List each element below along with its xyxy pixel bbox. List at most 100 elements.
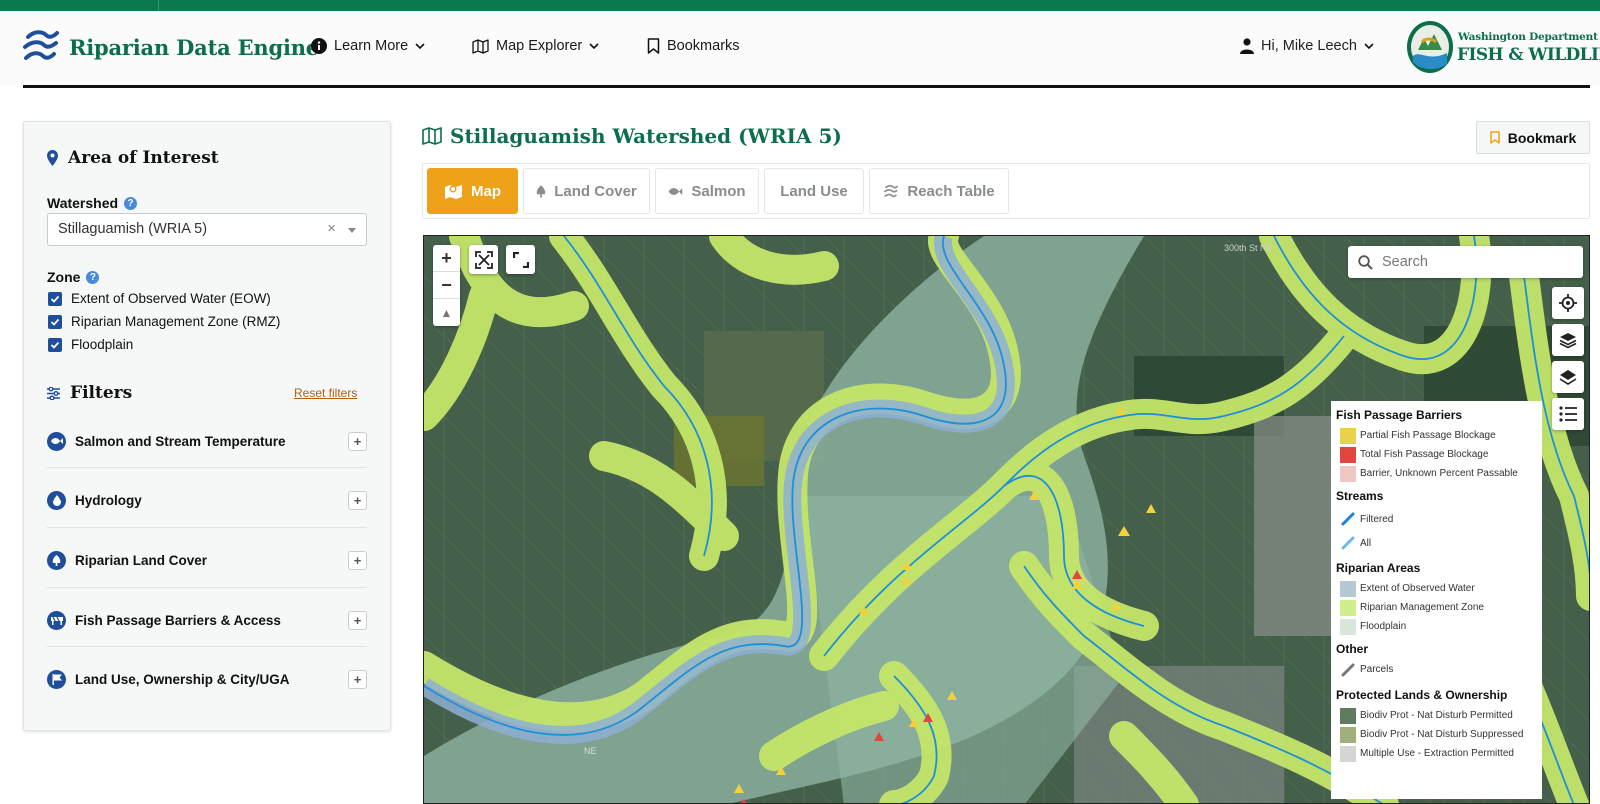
map-marker-icon (445, 185, 462, 199)
nav-learn-more-label: Learn More (334, 38, 409, 54)
watershed-select[interactable]: Stillaguamish (WRIA 5) × (47, 213, 367, 246)
legend-item: Floodplain (1336, 617, 1542, 636)
legend-swatch (1340, 726, 1356, 743)
riparian-logo-icon[interactable] (22, 28, 60, 64)
nav-bookmarks[interactable]: Bookmarks (647, 38, 740, 54)
legend-item: All (1336, 531, 1542, 555)
legend-item-label: Biodiv Prot - Nat Disturb Permitted (1360, 710, 1513, 721)
bookmark-button[interactable]: Bookmark (1476, 121, 1590, 154)
bookmark-icon (1490, 131, 1500, 144)
legend-swatch (1340, 599, 1356, 616)
expand-plus-icon[interactable]: + (348, 550, 367, 570)
filter-group-riparian-land-cover[interactable]: Riparian Land Cover + (47, 537, 367, 583)
legend-item-label: Total Fish Passage Blockage (1360, 449, 1489, 460)
tab-land-use-label: Land Use (780, 182, 848, 200)
info-icon (311, 38, 327, 54)
tree-icon (47, 550, 66, 570)
user-menu[interactable]: Hi, Mike Leech (1240, 38, 1374, 54)
help-icon[interactable]: ? (124, 196, 138, 210)
layers-icon[interactable] (1552, 324, 1584, 356)
expand-plus-icon[interactable]: + (348, 431, 367, 451)
legend-item: Biodiv Prot - Nat Disturb Permitted (1336, 706, 1542, 725)
tab-land-cover[interactable]: Land Cover (523, 168, 650, 214)
zoom-in-icon[interactable]: + (433, 245, 460, 272)
search-icon (1358, 254, 1373, 270)
zone-checkbox-floodplain[interactable]: Floodplain (48, 337, 133, 352)
filter-group-land-use[interactable]: Land Use, Ownership & City/UGA + (47, 656, 367, 702)
tree-icon (537, 184, 546, 198)
checkbox-checked-icon[interactable] (48, 337, 62, 352)
checkbox-checked-icon[interactable] (48, 291, 62, 306)
agency-name-line1: Washington Department of (1458, 31, 1600, 43)
legend-item: Multiple Use - Extraction Permitted (1336, 744, 1542, 763)
legend-item: Partial Fish Passage Blockage (1336, 426, 1542, 445)
header-divider (23, 85, 1590, 88)
compass-icon[interactable]: ▲ (433, 299, 460, 326)
page-title-text: Stillaguamish Watershed (WRIA 5) (450, 124, 842, 148)
legend-item: Barrier, Unknown Percent Passable (1336, 464, 1542, 483)
nav-map-explorer[interactable]: Map Explorer (472, 38, 599, 54)
legend-item-label: Parcels (1360, 664, 1394, 675)
filters-heading: Filters (47, 383, 132, 403)
zone-checkbox-eow[interactable]: Extent of Observed Water (EOW) (48, 291, 271, 306)
tab-map[interactable]: Map (427, 168, 518, 214)
filter-group-salmon[interactable]: Salmon and Stream Temperature + (47, 418, 367, 464)
fish-icon (47, 431, 66, 451)
zoom-control[interactable]: + − ▲ (433, 245, 460, 326)
stream-icon (884, 184, 899, 197)
expand-plus-icon[interactable]: + (348, 610, 367, 630)
checkbox-checked-icon[interactable] (48, 314, 62, 329)
user-greeting: Hi, Mike Leech (1261, 38, 1357, 54)
filter-group-hydrology[interactable]: Hydrology + (47, 477, 367, 523)
legend-swatch (1340, 427, 1356, 444)
wdfw-logo[interactable]: Washington Department of FISH & WILDLIFE (1406, 20, 1600, 76)
map-icon (472, 38, 489, 54)
stream-line-icon (1340, 535, 1356, 551)
clear-icon[interactable]: × (327, 220, 336, 237)
zoom-out-icon[interactable]: − (433, 272, 460, 299)
divider (47, 527, 367, 528)
help-icon[interactable]: ? (86, 270, 100, 284)
flag-icon (47, 669, 66, 689)
expand-plus-icon[interactable]: + (348, 490, 367, 510)
zone-checkbox-rmz[interactable]: Riparian Management Zone (RMZ) (48, 314, 280, 329)
map-search-input[interactable]: Search (1348, 246, 1583, 278)
map-search-placeholder: Search (1382, 254, 1428, 270)
legend-item: Total Fish Passage Blockage (1336, 445, 1542, 464)
filter-group-riparian-land-cover-label: Riparian Land Cover (75, 552, 208, 568)
locate-icon[interactable] (1552, 287, 1584, 319)
agency-name-line2: FISH & WILDLIFE (1457, 45, 1600, 65)
legend-item-label: Multiple Use - Extraction Permitted (1360, 748, 1514, 759)
map-legend: Fish Passage Barriers Partial Fish Passa… (1331, 401, 1542, 799)
fullscreen-icon[interactable] (506, 245, 535, 274)
reset-filters-link[interactable]: Reset filters (294, 386, 357, 400)
user-icon (1240, 38, 1254, 54)
tab-reach-table-label: Reach Table (907, 182, 995, 200)
legend-swatch (1340, 446, 1356, 463)
water-drop-icon (47, 490, 66, 510)
app-brand-title[interactable]: Riparian Data Engine (69, 35, 319, 60)
nav-learn-more[interactable]: Learn More (311, 38, 425, 54)
filter-group-fish-passage[interactable]: Fish Passage Barriers & Access + (47, 597, 367, 643)
caret-down-icon[interactable] (348, 228, 356, 233)
basemap-icon[interactable] (1552, 361, 1584, 393)
watershed-selected-value: Stillaguamish (WRIA 5) (58, 221, 208, 237)
parcel-line-icon (1340, 662, 1356, 678)
wdfw-seal-icon (1407, 21, 1453, 73)
zone-floodplain-label: Floodplain (71, 337, 134, 352)
legend-swatch (1340, 580, 1356, 597)
tab-land-use[interactable]: Land Use (764, 168, 864, 214)
zoom-extent-icon[interactable] (469, 245, 498, 274)
map-view[interactable]: 300th St NE NE + − ▲ Search Fish Passage… (423, 235, 1590, 804)
legend-item-label: Filtered (1360, 513, 1394, 525)
zone-label-text: Zone (47, 269, 81, 285)
expand-plus-icon[interactable]: + (348, 669, 367, 689)
legend-section-title: Other (1336, 642, 1369, 656)
legend-toggle-icon[interactable] (1552, 398, 1584, 430)
tab-salmon[interactable]: Salmon (655, 168, 759, 214)
tab-reach-table[interactable]: Reach Table (869, 168, 1009, 214)
top-accent-bar (0, 0, 1600, 11)
nav-map-explorer-label: Map Explorer (496, 38, 583, 54)
legend-section-title: Streams (1336, 489, 1384, 503)
legend-item: Parcels (1336, 660, 1542, 679)
